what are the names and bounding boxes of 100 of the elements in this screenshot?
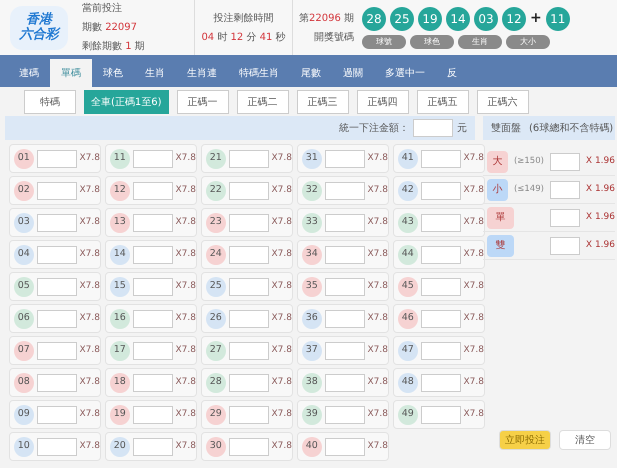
sub-tab[interactable]: 全車(正碼1至6) [84, 90, 169, 114]
nav-tab[interactable]: 尾數 [290, 59, 332, 87]
number-ball: 21 [206, 148, 226, 168]
number-ball: 13 [110, 212, 130, 232]
odds-text: X 1.96 [586, 238, 615, 252]
bet-input[interactable] [36, 342, 77, 360]
sub-tab[interactable]: 正碼三 [296, 90, 349, 114]
result-ball: 14 [446, 6, 470, 30]
bet-input[interactable] [324, 278, 365, 296]
odds-text: X7.8 [272, 408, 292, 421]
ball-view-tab[interactable]: 球號 [362, 34, 406, 48]
bet-input[interactable] [420, 214, 461, 232]
nav-tab[interactable]: 生肖 [134, 59, 176, 87]
nav-tab[interactable]: 多選中一 [374, 59, 436, 87]
ball-view-tab[interactable]: 生肖 [458, 34, 502, 48]
number-ball: 35 [302, 276, 322, 296]
bet-input[interactable] [132, 214, 173, 232]
bet-input[interactable] [228, 310, 269, 328]
sub-tab[interactable]: 正碼二 [236, 90, 289, 114]
number-ball: 11 [110, 148, 130, 168]
bet-input[interactable] [36, 182, 77, 200]
bet-input[interactable] [132, 438, 173, 456]
bet-input[interactable] [36, 214, 77, 232]
bet-input[interactable] [36, 150, 77, 168]
bet-input[interactable] [36, 246, 77, 264]
bet-input[interactable] [550, 152, 580, 170]
sub-tab[interactable]: 正碼五 [416, 90, 469, 114]
bet-input[interactable] [228, 438, 269, 456]
bet-input[interactable] [420, 182, 461, 200]
nav-tab[interactable]: 生肖連 [176, 59, 228, 87]
odds-text: X7.8 [368, 248, 388, 261]
bet-input[interactable] [324, 374, 365, 392]
bet-input[interactable] [324, 310, 365, 328]
number-ball: 44 [398, 244, 418, 264]
bet-input[interactable] [420, 342, 461, 360]
number-ball: 02 [14, 180, 34, 200]
bet-input[interactable] [36, 374, 77, 392]
period-text: 期數 22097 [82, 20, 138, 35]
bet-input[interactable] [420, 278, 461, 296]
bet-input[interactable] [132, 374, 173, 392]
bet-input[interactable] [132, 406, 173, 424]
odds-text: X 1.96 [586, 182, 615, 196]
amount-input[interactable] [413, 119, 453, 137]
bet-input[interactable] [420, 246, 461, 264]
nav-tab[interactable]: 過關 [332, 59, 374, 87]
bet-input[interactable] [550, 180, 580, 198]
ball-view-tab[interactable]: 大小 [506, 34, 550, 48]
bet-input[interactable] [324, 438, 365, 456]
nav-tab[interactable]: 連碼 [8, 59, 50, 87]
bet-input[interactable] [132, 182, 173, 200]
bet-input[interactable] [228, 278, 269, 296]
bet-input[interactable] [324, 406, 365, 424]
number-ball: 10 [14, 436, 34, 456]
bet-input[interactable] [420, 374, 461, 392]
bet-input[interactable] [36, 278, 77, 296]
bet-input[interactable] [550, 236, 580, 254]
bet-input[interactable] [324, 182, 365, 200]
sub-tab[interactable]: 正碼一 [176, 90, 229, 114]
nav-tab[interactable]: 反 [436, 59, 468, 87]
unified-bet-label: 統一下注金額： [339, 122, 409, 136]
bet-input[interactable] [420, 310, 461, 328]
sub-tab[interactable]: 正碼六 [476, 90, 529, 114]
ball-view-tab[interactable]: 球色 [410, 34, 454, 48]
bet-input[interactable] [132, 278, 173, 296]
bet-input[interactable] [36, 438, 77, 456]
number-ball: 30 [206, 436, 226, 456]
bet-input[interactable] [550, 208, 580, 226]
sub-tab[interactable]: 特碼 [24, 90, 76, 114]
nav-tab[interactable]: 特碼生肖 [228, 59, 290, 87]
bet-input[interactable] [132, 342, 173, 360]
bet-input[interactable] [228, 214, 269, 232]
clear-button[interactable]: 清空 [559, 430, 611, 450]
bet-input[interactable] [228, 182, 269, 200]
odds-text: X7.8 [272, 280, 292, 293]
bet-input[interactable] [324, 246, 365, 264]
number-ball: 05 [14, 276, 34, 296]
bet-input[interactable] [420, 406, 461, 424]
bet-input[interactable] [36, 310, 77, 328]
bet-input[interactable] [324, 342, 365, 360]
bet-input[interactable] [228, 406, 269, 424]
bet-input[interactable] [132, 310, 173, 328]
number-ball: 28 [206, 372, 226, 392]
bet-input[interactable] [228, 374, 269, 392]
bet-input[interactable] [228, 246, 269, 264]
bet-input[interactable] [228, 150, 269, 168]
nav-tab[interactable]: 單碼 [50, 59, 92, 87]
range-hint: (≤149) [514, 183, 544, 196]
bet-input[interactable] [420, 150, 461, 168]
odds-text: X7.8 [176, 408, 196, 421]
bet-label: 當前投注 [82, 2, 123, 16]
sub-tab[interactable]: 正碼四 [356, 90, 409, 114]
submit-button[interactable]: 立即投注 [499, 430, 551, 450]
bet-input[interactable] [132, 246, 173, 264]
bet-input[interactable] [324, 150, 365, 168]
nav-tab[interactable]: 球色 [92, 59, 134, 87]
bet-input[interactable] [36, 406, 77, 424]
bet-input[interactable] [324, 214, 365, 232]
bet-input[interactable] [228, 342, 269, 360]
bet-input[interactable] [132, 150, 173, 168]
range-hint: (≥150) [514, 155, 544, 168]
